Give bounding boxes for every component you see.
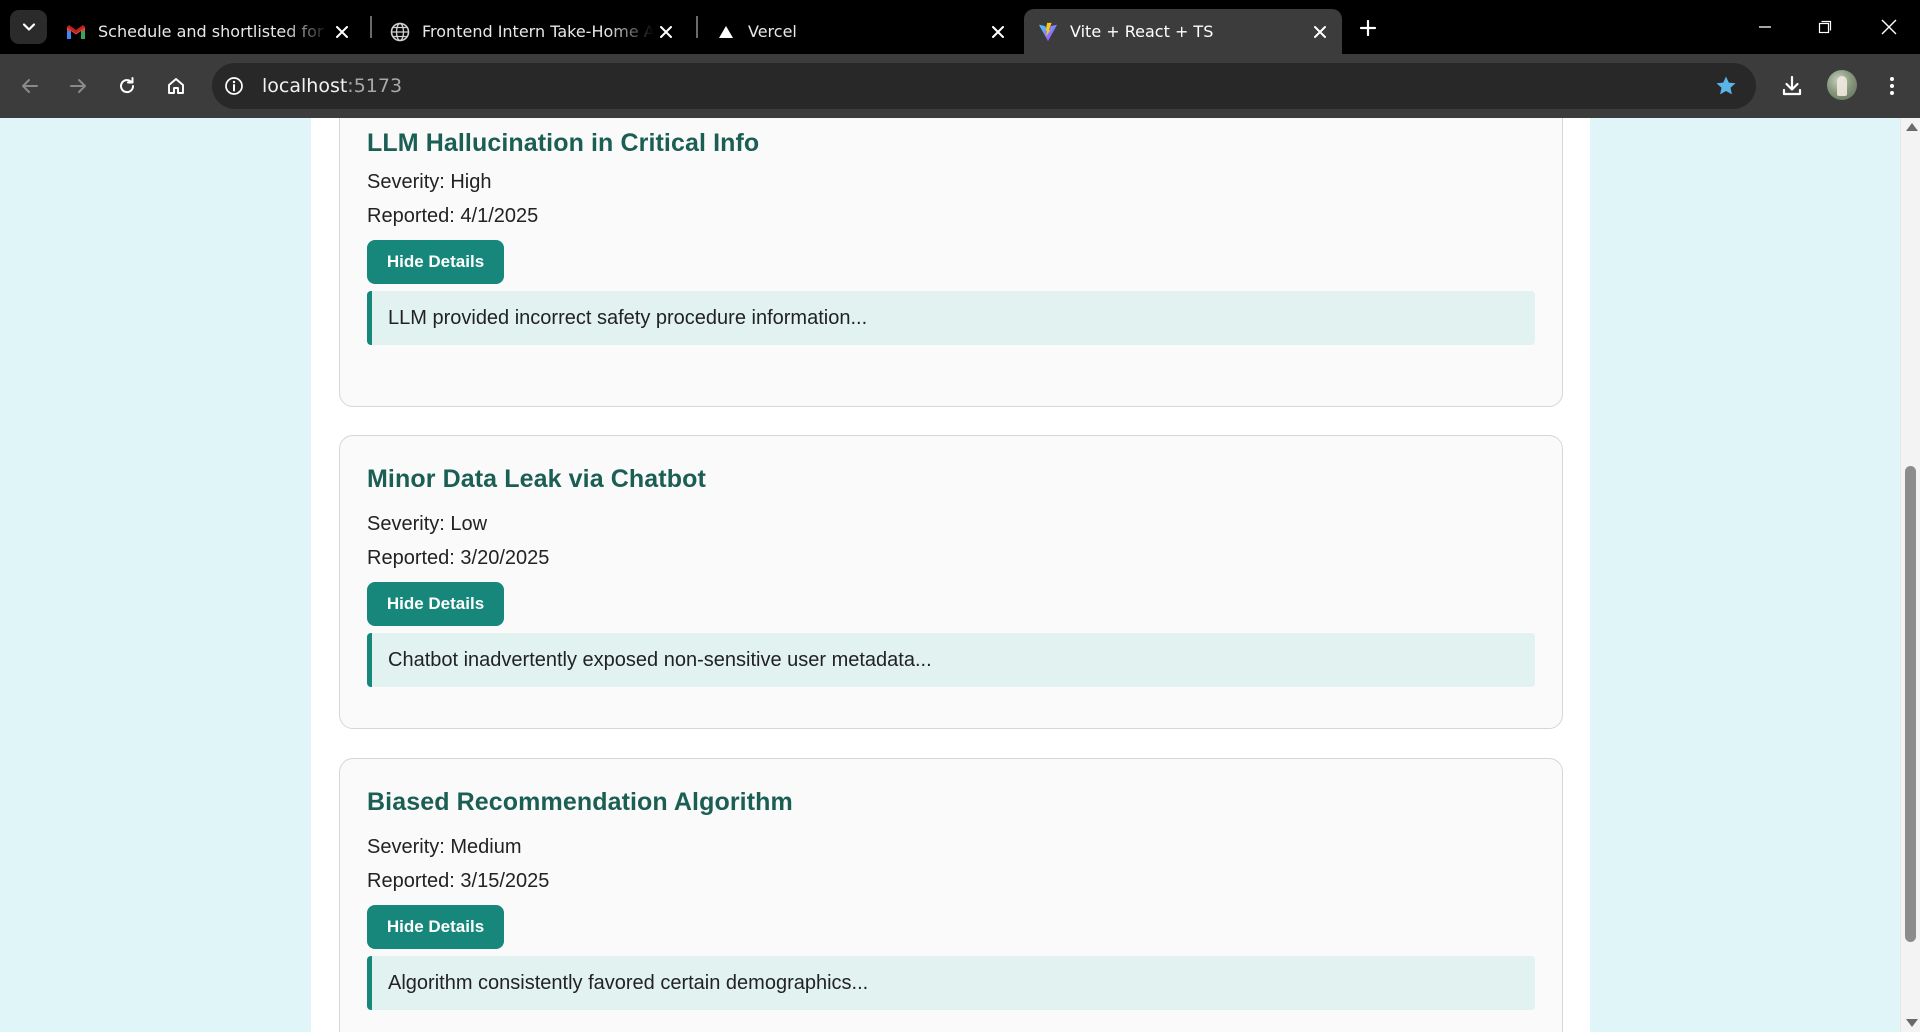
close-icon[interactable] bbox=[1308, 20, 1332, 44]
minimize-button[interactable] bbox=[1750, 12, 1780, 42]
incident-details: Algorithm consistently favored certain d… bbox=[367, 956, 1535, 1010]
vercel-icon bbox=[716, 22, 736, 42]
incident-severity: Severity: Low bbox=[367, 513, 488, 535]
tab-strip: Schedule and shortlisted for the Fronten… bbox=[0, 0, 1920, 54]
incident-reported-date: Reported: 3/15/2025 bbox=[367, 870, 550, 892]
incident-reported-date: Reported: 4/1/2025 bbox=[367, 205, 539, 227]
gmail-icon bbox=[66, 22, 86, 42]
url-host: localhost bbox=[262, 75, 348, 97]
url-port: :5173 bbox=[347, 75, 403, 97]
arrow-left-icon bbox=[22, 79, 38, 93]
page-scrollbar[interactable] bbox=[1900, 118, 1920, 1032]
plus-icon bbox=[1359, 19, 1377, 37]
hide-details-button[interactable]: Hide Details bbox=[367, 905, 504, 949]
incident-card: LLM Hallucination in Critical Info Sever… bbox=[339, 118, 1563, 407]
scrollbar-thumb[interactable] bbox=[1905, 466, 1916, 942]
kebab-menu-icon bbox=[1890, 77, 1894, 95]
tab-title: Frontend Intern Take-Home Ass bbox=[422, 22, 654, 41]
close-window-button[interactable] bbox=[1874, 12, 1904, 42]
close-icon[interactable] bbox=[330, 20, 354, 44]
downloads-button[interactable] bbox=[1776, 70, 1808, 102]
incident-severity: Severity: Medium bbox=[367, 836, 522, 858]
incident-severity: Severity: High bbox=[367, 171, 492, 193]
tab-divider bbox=[696, 16, 698, 38]
download-icon bbox=[1782, 75, 1802, 96]
tab-title: Vite + React + TS bbox=[1070, 22, 1214, 41]
scroll-up-arrow-icon[interactable] bbox=[1906, 123, 1918, 131]
bookmark-star-icon[interactable] bbox=[1714, 74, 1738, 98]
tab-vite-react[interactable]: Vite + React + TS bbox=[1024, 9, 1342, 54]
close-icon[interactable] bbox=[986, 20, 1010, 44]
minimize-icon bbox=[1759, 26, 1771, 28]
incident-card: Minor Data Leak via Chatbot Severity: Lo… bbox=[339, 435, 1563, 729]
url-text[interactable]: localhost:5173 bbox=[262, 75, 402, 97]
avatar[interactable] bbox=[1827, 70, 1857, 100]
hide-details-button[interactable]: Hide Details bbox=[367, 582, 504, 626]
tab-divider bbox=[370, 16, 372, 38]
reload-icon bbox=[120, 77, 135, 94]
browser-toolbar: localhost:5173 bbox=[0, 54, 1920, 118]
tab-gmail[interactable]: Schedule and shortlisted for the bbox=[52, 9, 364, 54]
forward-button[interactable] bbox=[62, 70, 94, 102]
incident-title: Minor Data Leak via Chatbot bbox=[367, 465, 706, 493]
incident-title: Biased Recommendation Algorithm bbox=[367, 788, 793, 816]
incident-details: LLM provided incorrect safety procedure … bbox=[367, 291, 1535, 345]
reload-button[interactable] bbox=[111, 70, 143, 102]
tab-title: Schedule and shortlisted for the bbox=[98, 22, 330, 41]
incident-reported-date: Reported: 3/20/2025 bbox=[367, 547, 550, 569]
incident-details: Chatbot inadvertently exposed non-sensit… bbox=[367, 633, 1535, 687]
globe-icon bbox=[390, 22, 410, 42]
restore-button[interactable] bbox=[1810, 12, 1840, 42]
close-icon bbox=[1881, 19, 1897, 35]
incident-title: LLM Hallucination in Critical Info bbox=[367, 129, 760, 157]
tab-frontend-intern[interactable]: Frontend Intern Take-Home Ass bbox=[376, 9, 688, 54]
vite-icon bbox=[1038, 22, 1058, 42]
home-button[interactable] bbox=[160, 70, 192, 102]
chevron-down-icon bbox=[22, 23, 35, 31]
restore-icon bbox=[1818, 20, 1832, 34]
home-icon bbox=[168, 78, 184, 94]
menu-button[interactable] bbox=[1876, 70, 1908, 102]
new-tab-button[interactable] bbox=[1354, 14, 1382, 42]
tab-title: Vercel bbox=[748, 22, 797, 41]
back-button[interactable] bbox=[14, 70, 46, 102]
hide-details-button[interactable]: Hide Details bbox=[367, 240, 504, 284]
tab-search-button[interactable] bbox=[10, 10, 47, 44]
info-icon[interactable] bbox=[222, 74, 246, 98]
close-icon[interactable] bbox=[654, 20, 678, 44]
incident-card: Biased Recommendation Algorithm Severity… bbox=[339, 758, 1563, 1032]
page-viewport: LLM Hallucination in Critical Info Sever… bbox=[0, 118, 1900, 1032]
arrow-right-icon bbox=[70, 79, 86, 93]
tab-vercel[interactable]: Vercel bbox=[702, 9, 1020, 54]
scroll-down-arrow-icon[interactable] bbox=[1906, 1019, 1918, 1027]
address-bar[interactable]: localhost:5173 bbox=[212, 63, 1756, 109]
